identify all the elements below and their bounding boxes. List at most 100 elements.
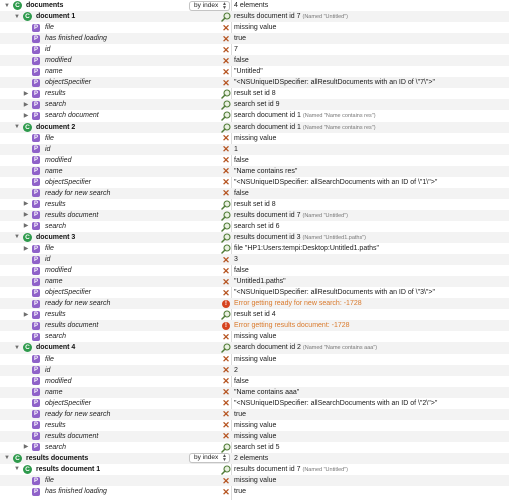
- magnifier-icon[interactable]: [221, 233, 231, 243]
- magnifier-icon[interactable]: [221, 211, 231, 221]
- outline-row[interactable]: Pmodified ✕ false: [0, 155, 509, 166]
- outline-row[interactable]: PobjectSpecifier ✕ "<NSUniqueIDSpecifier: …: [0, 177, 509, 188]
- outline-row[interactable]: ▶ Psearch search set id 5: [0, 442, 509, 453]
- disclosure-expanded-icon[interactable]: ▼: [3, 454, 11, 462]
- x-icon: ✕: [222, 166, 230, 177]
- disclosure-collapsed-icon[interactable]: ▶: [22, 101, 30, 109]
- disclosure-collapsed-icon[interactable]: ▶: [22, 90, 30, 98]
- outline-row[interactable]: ▶ Psearch search set id 6: [0, 221, 509, 232]
- outline-row[interactable]: ▶ Presults result set id 4: [0, 309, 509, 321]
- property-badge-icon: P: [32, 34, 40, 43]
- outline-row[interactable]: Pname ✕ "Untitled": [0, 66, 509, 77]
- outline-row[interactable]: Pfile ✕ missing value: [0, 133, 509, 144]
- property-badge-icon: P: [32, 211, 40, 220]
- item-value-text: search document id 1: [234, 112, 301, 120]
- class-badge-icon: C: [23, 12, 32, 22]
- outline-row[interactable]: ▼ Cdocument 4 search document id 2 (Named …: [0, 342, 509, 354]
- outline-row[interactable]: Pid ✕ 2: [0, 364, 509, 376]
- magnifier-icon[interactable]: [221, 222, 231, 232]
- x-icon: ✕: [222, 155, 230, 166]
- disclosure-expanded-icon[interactable]: ▼: [13, 13, 21, 21]
- item-name: modified: [45, 377, 72, 385]
- outline-row[interactable]: Pfile ✕ missing value: [0, 22, 509, 33]
- outline-row[interactable]: ▶ Presults document results document id 7 …: [0, 209, 509, 221]
- sort-by-popup[interactable]: by index ▲ ▼: [189, 0, 230, 11]
- outline-row[interactable]: Presults document! Error getting results …: [0, 320, 509, 332]
- outline-row[interactable]: ▼ Cdocument 2 search document id 1 (Named …: [0, 121, 509, 133]
- outline-row[interactable]: Pready for new search ✕ true: [0, 408, 509, 420]
- magnifier-icon[interactable]: [221, 310, 231, 321]
- outline-row[interactable]: Phas finished loading ✕ true: [0, 486, 509, 497]
- outline-row[interactable]: ▼ Cdocument 1 results document id 7 (Named…: [0, 11, 509, 23]
- x-icon: ✕: [222, 398, 230, 409]
- magnifier-icon[interactable]: [221, 12, 231, 22]
- magnifier-icon[interactable]: [221, 200, 231, 210]
- disclosure-expanded-icon[interactable]: ▼: [13, 233, 21, 241]
- outline-row[interactable]: ▼ Cdocuments by index ▲ ▼ 4 elements: [0, 0, 509, 11]
- outline-row[interactable]: Psearch ✕ missing value: [0, 331, 509, 342]
- outline-row[interactable]: Pid ✕ 1: [0, 143, 509, 155]
- magnifier-icon[interactable]: [221, 443, 231, 453]
- outline-row[interactable]: ▶ Psearch document search document id 1 (N…: [0, 110, 509, 122]
- magnifier-icon[interactable]: [221, 244, 231, 254]
- item-value: missing value: [234, 133, 276, 144]
- disclosure-expanded-icon[interactable]: ▼: [13, 465, 21, 473]
- outline-row[interactable]: Pfile ✕ missing value: [0, 354, 509, 365]
- disclosure-collapsed-icon[interactable]: ▶: [22, 200, 30, 208]
- outline-row[interactable]: Pname ✕ "Name contains aaa": [0, 386, 509, 398]
- sort-by-popup[interactable]: by index ▲ ▼: [189, 453, 230, 464]
- x-icon: ✕: [222, 22, 230, 33]
- item-value-note: (Named "Name contains aaa"): [302, 345, 378, 352]
- outline-row[interactable]: ▼ Cdocument 3 results document id 3 (Named…: [0, 231, 509, 244]
- outline-row[interactable]: Pmodified ✕ false: [0, 265, 509, 276]
- outline-row[interactable]: PobjectSpecifier ✕ "<NSUniqueIDSpecifier: …: [0, 77, 509, 89]
- outline-row[interactable]: ▼ Cresults document 1 results document id …: [0, 464, 509, 475]
- property-badge-icon: P: [32, 200, 40, 209]
- item-value: 1: [234, 144, 238, 155]
- outline-row[interactable]: Pid ✕ 3: [0, 254, 509, 266]
- disclosure-collapsed-icon[interactable]: ▶: [22, 245, 30, 253]
- disclosure-collapsed-icon[interactable]: ▶: [22, 443, 30, 451]
- magnifier-icon[interactable]: [221, 100, 231, 111]
- property-badge-icon: P: [32, 288, 40, 297]
- magnifier-icon[interactable]: [221, 465, 231, 475]
- outline-row[interactable]: Pname ✕ "Untitled1.paths": [0, 276, 509, 288]
- outline-row[interactable]: Pready for new search! Error getting read…: [0, 298, 509, 310]
- magnifier-icon[interactable]: [221, 122, 231, 133]
- disclosure-expanded-icon[interactable]: ▼: [13, 344, 21, 352]
- outline-row[interactable]: ▶ Psearch search set id 9: [0, 99, 509, 111]
- item-name: name: [45, 68, 63, 76]
- outline-row[interactable]: Presults ✕ missing value: [0, 420, 509, 431]
- outline-row[interactable]: ▶ Presults result set id 8: [0, 199, 509, 210]
- disclosure-collapsed-icon[interactable]: ▶: [22, 112, 30, 120]
- outline-row[interactable]: Pmodified ✕ false: [0, 376, 509, 387]
- item-value: search set id 9: [234, 99, 280, 110]
- outline-row[interactable]: ▼ Cresults documents by index ▲ ▼ 2 elements: [0, 452, 509, 464]
- disclosure-expanded-icon[interactable]: ▼: [13, 123, 21, 131]
- error-icon: !: [222, 299, 230, 308]
- outline-row[interactable]: Phas finished loading ✕ true: [0, 33, 509, 45]
- outline-row[interactable]: Pready for new search ✕ false: [0, 187, 509, 199]
- outline-row[interactable]: Presults document ✕ missing value: [0, 430, 509, 442]
- magnifier-icon[interactable]: [221, 89, 231, 100]
- property-badge-icon: P: [32, 45, 40, 54]
- outline-row[interactable]: ▶ Pfile file "HP1:Users:tempi:Desktop:Unti…: [0, 243, 509, 254]
- outline-row[interactable]: PobjectSpecifier ✕ "<NSUniqueIDSpecifier: …: [0, 398, 509, 409]
- outline-row[interactable]: Pname ✕ "Name contains res": [0, 165, 509, 177]
- x-icon: ✕: [222, 144, 230, 155]
- x-icon: ✕: [222, 177, 230, 188]
- x-icon: ✕: [222, 133, 230, 144]
- disclosure-collapsed-icon[interactable]: ▶: [22, 222, 30, 230]
- item-value-text: "Untitled1.paths": [234, 278, 286, 286]
- outline-row[interactable]: Pfile ✕ missing value: [0, 475, 509, 487]
- outline-row[interactable]: ▶ Presults result set id 8: [0, 88, 509, 100]
- magnifier-icon[interactable]: [221, 343, 231, 354]
- outline-row[interactable]: Pmodified ✕ false: [0, 55, 509, 67]
- outline-row[interactable]: Pid ✕ 7: [0, 44, 509, 55]
- disclosure-collapsed-icon[interactable]: ▶: [22, 311, 30, 319]
- disclosure-expanded-icon[interactable]: ▼: [3, 2, 11, 10]
- outline-row[interactable]: PobjectSpecifier ✕ "<NSUniqueIDSpecifier: …: [0, 287, 509, 298]
- x-icon: ✕: [222, 475, 230, 486]
- magnifier-icon[interactable]: [221, 111, 231, 122]
- disclosure-collapsed-icon[interactable]: ▶: [22, 211, 30, 219]
